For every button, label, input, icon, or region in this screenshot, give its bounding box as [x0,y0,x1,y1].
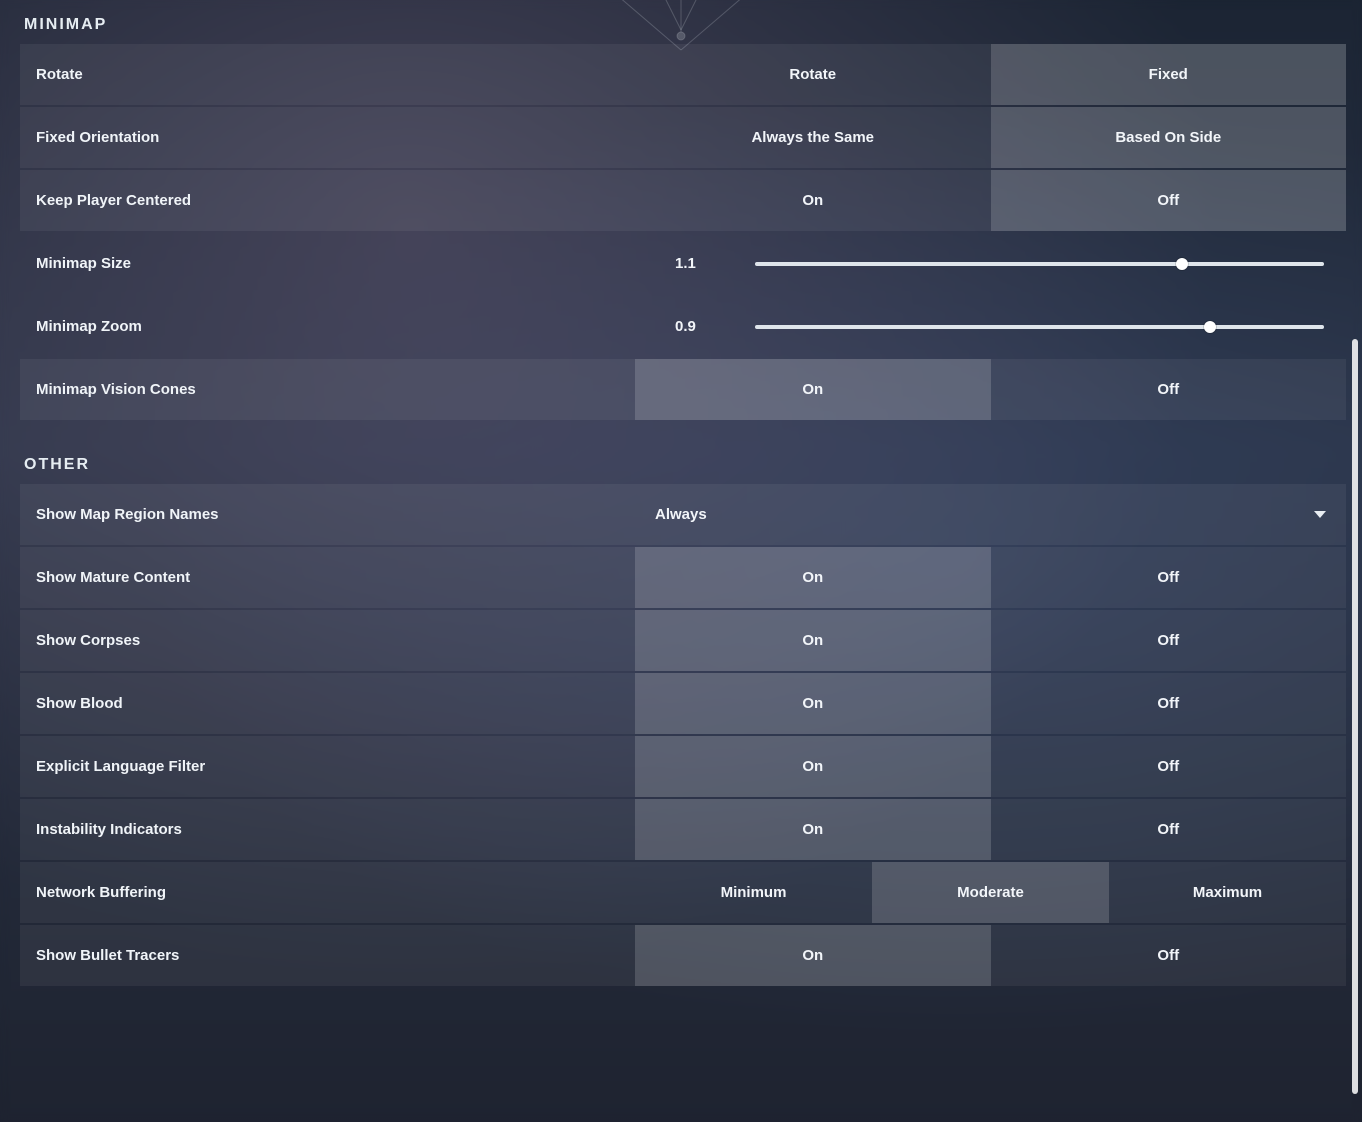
row-minimap-size: Minimap Size 1.1 [20,233,1346,294]
toggle-orientation-same[interactable]: Always the Same [635,107,991,168]
toggle-centered-on[interactable]: On [635,170,991,231]
slider-minimap-size[interactable] [755,252,1324,276]
slider-thumb-minimap-zoom[interactable] [1204,321,1216,333]
row-rotate: Rotate Rotate Fixed [20,44,1346,105]
tri-buffering-moderate[interactable]: Moderate [872,862,1109,923]
row-network-buffering: Network Buffering Minimum Moderate Maxim… [20,862,1346,923]
toggle-corpses-off[interactable]: Off [991,610,1347,671]
toggle-instability-on[interactable]: On [635,799,991,860]
section-title-other: OTHER [24,456,1346,474]
row-bullet-tracers: Show Bullet Tracers On Off [20,925,1346,986]
slider-minimap-zoom[interactable] [755,315,1324,339]
label-minimap-size: Minimap Size [20,255,635,272]
toggle-cones-off[interactable]: Off [991,359,1347,420]
row-keep-centered: Keep Player Centered On Off [20,170,1346,231]
toggle-blood-on[interactable]: On [635,673,991,734]
toggle-tracers-on[interactable]: On [635,925,991,986]
row-region-names: Show Map Region Names Always [20,484,1346,545]
toggle-explicit-off[interactable]: Off [991,736,1347,797]
toggle-explicit-on[interactable]: On [635,736,991,797]
label-minimap-zoom: Minimap Zoom [20,318,635,335]
label-instability: Instability Indicators [20,821,635,838]
label-keep-centered: Keep Player Centered [20,192,635,209]
toggle-cones-on[interactable]: On [635,359,991,420]
row-instability: Instability Indicators On Off [20,799,1346,860]
label-network-buffering: Network Buffering [20,884,635,901]
row-mature-content: Show Mature Content On Off [20,547,1346,608]
scrollbar-track[interactable] [1352,6,1358,1116]
row-fixed-orientation: Fixed Orientation Always the Same Based … [20,107,1346,168]
row-blood: Show Blood On Off [20,673,1346,734]
caret-down-icon [1314,511,1326,518]
toggle-corpses-on[interactable]: On [635,610,991,671]
section-title-minimap: MINIMAP [24,16,1346,34]
scrollbar-thumb[interactable] [1352,339,1358,1094]
toggle-instability-off[interactable]: Off [991,799,1347,860]
toggle-mature-off[interactable]: Off [991,547,1347,608]
row-vision-cones: Minimap Vision Cones On Off [20,359,1346,420]
toggle-tracers-off[interactable]: Off [991,925,1347,986]
label-vision-cones: Minimap Vision Cones [20,381,635,398]
slider-thumb-minimap-size[interactable] [1176,258,1188,270]
toggle-centered-off[interactable]: Off [991,170,1347,231]
row-explicit-filter: Explicit Language Filter On Off [20,736,1346,797]
dropdown-region-names-value: Always [655,506,707,523]
label-region-names: Show Map Region Names [20,506,635,523]
toggle-rotate-fixed[interactable]: Fixed [991,44,1347,105]
dropdown-region-names[interactable]: Always [635,484,1346,545]
row-corpses: Show Corpses On Off [20,610,1346,671]
label-bullet-tracers: Show Bullet Tracers [20,947,635,964]
toggle-blood-off[interactable]: Off [991,673,1347,734]
tri-buffering-minimum[interactable]: Minimum [635,862,872,923]
value-minimap-zoom: 0.9 [635,318,715,335]
row-minimap-zoom: Minimap Zoom 0.9 [20,296,1346,357]
label-corpses: Show Corpses [20,632,635,649]
value-minimap-size: 1.1 [635,255,715,272]
label-rotate: Rotate [20,66,635,83]
label-mature-content: Show Mature Content [20,569,635,586]
label-fixed-orientation: Fixed Orientation [20,129,635,146]
label-explicit-filter: Explicit Language Filter [20,758,635,775]
toggle-rotate-rotate[interactable]: Rotate [635,44,991,105]
label-blood: Show Blood [20,695,635,712]
toggle-orientation-side[interactable]: Based On Side [991,107,1347,168]
toggle-mature-on[interactable]: On [635,547,991,608]
tri-buffering-maximum[interactable]: Maximum [1109,862,1346,923]
